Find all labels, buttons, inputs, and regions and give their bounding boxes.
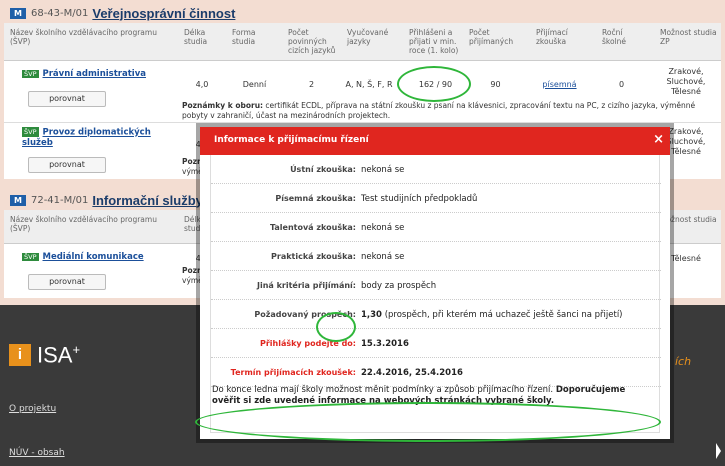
program-name-cell: ŠVP Právní administrativa: [22, 69, 146, 79]
info-row: Ústní zkouška: nekoná se: [211, 155, 661, 184]
info-value: nekoná se: [361, 252, 405, 262]
footer-link[interactable]: NÚV - obsah: [9, 448, 65, 458]
compare-button[interactable]: porovnat: [28, 91, 106, 107]
lang-count-cell: 2: [308, 80, 315, 89]
group-title[interactable]: Informační služby: [92, 193, 203, 208]
info-value: 1,30 (prospěch, při kterém má uchazeč je…: [361, 310, 623, 320]
grade-explanation: (prospěch, při kterém má uchazeč ještě š…: [384, 310, 623, 320]
svp-badge: ŠVP: [22, 252, 39, 261]
info-value: nekoná se: [361, 165, 405, 175]
admission-info-modal: Informace k přijímacímu řízení × Ústní z…: [200, 127, 670, 439]
info-row: Praktická zkouška: nekoná se: [211, 242, 661, 271]
info-label: Jiná kritéria přijímání:: [257, 281, 356, 290]
zp-cell: Zrakové, Sluchové, Tělesné: [666, 67, 706, 96]
accepted-cell: 90: [490, 80, 501, 89]
level-badge: M: [10, 7, 26, 19]
info-row: Jiná kritéria přijímání: body za prospěch: [211, 271, 661, 300]
highlight-ring: [397, 66, 471, 102]
group-title[interactable]: Veřejnosprávní činnost: [92, 6, 235, 21]
col-applied: Přihlášeni a přijati v min. roce (1. kol…: [409, 28, 459, 55]
info-label: Ústní zkouška:: [290, 165, 356, 174]
info-row: Požadovaný prospěch: 1,30 (prospěch, při …: [211, 300, 661, 329]
program-name-cell: ŠVP Provoz diplomatických služeb: [22, 127, 162, 148]
close-icon[interactable]: ×: [653, 132, 664, 147]
info-row: Termín přijímacích zkoušek: 22.4.2016, 25…: [211, 358, 661, 387]
group-code: 68-43-M/01: [30, 7, 89, 19]
logo-name: ISA: [37, 342, 73, 368]
languages-cell: A, N, Š, F, R: [345, 80, 393, 89]
compare-button[interactable]: porovnat: [28, 157, 106, 173]
note-label: Poznámky k oboru:: [182, 101, 264, 110]
logo-text: ISA+: [37, 342, 80, 368]
info-label: Písemná zkouška:: [275, 194, 356, 203]
logo-plus: +: [72, 342, 81, 357]
info-value: 22.4.2016, 25.4.2016: [361, 368, 463, 378]
footer-fragment: ích: [675, 355, 692, 368]
col-lang-count: Počet povinných cizích jazyků: [288, 28, 336, 55]
info-label: Talentová zkouška:: [269, 223, 356, 232]
info-label: Termín přijímacích zkoušek:: [230, 368, 356, 377]
program-name-cell: ŠVP Mediální komunikace: [22, 252, 144, 262]
note-plain: Do konce ledna mají školy možnost měnit …: [212, 385, 554, 395]
level-badge: M: [10, 194, 26, 206]
info-label: Praktická zkouška:: [271, 252, 356, 261]
program-link[interactable]: Právní administrativa: [43, 69, 146, 79]
col-name: Název školního vzdělávacího programu (ŠV…: [10, 28, 157, 46]
info-value: body za prospěch: [361, 281, 437, 291]
info-value: 15.3.2016: [361, 339, 409, 349]
program-link[interactable]: Mediální komunikace: [43, 252, 144, 262]
info-row: Písemná zkouška: Test studijních předpokl…: [211, 184, 661, 213]
program-link[interactable]: Provoz diplomatických služeb: [22, 128, 151, 148]
col-length: Délka studia: [184, 28, 208, 46]
about-link[interactable]: O projektu: [9, 404, 56, 414]
svp-badge: ŠVP: [22, 69, 39, 78]
exam-link[interactable]: písemná: [532, 80, 587, 89]
col-languages: Vyučované jazyky: [347, 28, 389, 46]
form-cell: Denní: [242, 80, 267, 89]
col-fee: Roční školné: [602, 28, 627, 46]
table-row: ŠVP Právní administrativa porovnat 4,0 De…: [4, 63, 721, 123]
highlight-ring: [195, 402, 661, 442]
required-grade: 1,30: [361, 310, 382, 320]
column-header: Název školního vzdělávacího programu (ŠV…: [4, 23, 721, 61]
col-accepted: Počet přijímaných: [469, 28, 514, 46]
length-cell: 4,0: [195, 80, 209, 89]
col-name: Název školního vzdělávacího programu (ŠV…: [10, 215, 157, 233]
info-value: nekoná se: [361, 223, 405, 233]
modal-title: Informace k přijímacímu řízení: [214, 135, 369, 145]
svp-badge: ŠVP: [22, 127, 39, 137]
col-zp: Možnost studia ZP: [660, 28, 717, 46]
info-row: Přihlášky podejte do: 15.3.2016: [211, 329, 661, 358]
highlight-ring: [316, 312, 356, 342]
mouse-cursor-icon: [716, 443, 721, 459]
col-form: Forma studia: [232, 28, 256, 46]
compare-button[interactable]: porovnat: [28, 274, 106, 290]
info-icon: i: [9, 344, 31, 367]
col-exam: Přijímací zkouška: [536, 28, 568, 46]
group-header: M 68-43-M/01 Veřejnosprávní činnost: [4, 3, 721, 23]
modal-header: Informace k přijímacímu řízení ×: [200, 127, 670, 155]
info-value: Test studijních předpokladů: [361, 194, 478, 204]
fee-cell: 0: [618, 80, 625, 89]
group-code: 72-41-M/01: [30, 194, 89, 206]
isa-logo[interactable]: i ISA+: [9, 342, 80, 368]
info-row: Talentová zkouška: nekoná se: [211, 213, 661, 242]
program-note: Poznámky k oboru: certifikát ECDL, přípr…: [182, 101, 717, 121]
